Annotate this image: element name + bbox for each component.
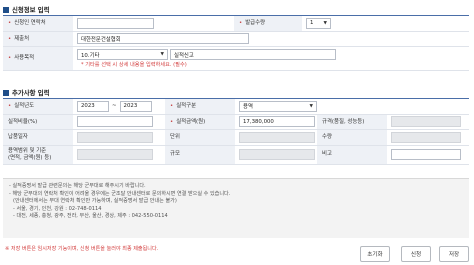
section-title-application: 신청정보 입력 <box>3 5 50 14</box>
unit-input[interactable] <box>239 131 315 143</box>
purpose-hint: * 기타를 선택 시 상세 내용을 입력하세요. (필수) <box>81 62 187 68</box>
purpose-select[interactable]: 10.기타 ▼ <box>77 49 168 60</box>
year-separator: ~ <box>112 103 117 110</box>
row-contact: • 신청인 연락처 • 발급수량 1 ▼ <box>3 16 469 32</box>
row-purpose: • 사용목적 10.기타 ▼ 실적신고 * 기타를 선택 시 상세 내용을 입력하세… <box>3 47 469 71</box>
label-scale: 규모 <box>165 145 235 164</box>
scope-input[interactable] <box>77 149 153 160</box>
label-year: • 실적년도 <box>3 99 73 114</box>
row-submit-to: • 제출처 대한전문건설협회 <box>3 31 469 47</box>
spec-input[interactable] <box>391 116 461 128</box>
purpose-detail-input[interactable]: 실적신고 <box>170 49 336 60</box>
amount-input[interactable]: 17,380,000 <box>239 116 315 128</box>
label-quantity: 수량 <box>317 130 387 145</box>
notice-line: - 대전, 세종, 충청, 광주, 전라, 부산, 울산, 경상, 제주 : 0… <box>13 213 168 219</box>
row-scope: 용역범위 및 기준 (면적, 금액(원) 등) 규모 비고 <box>3 145 469 165</box>
chevron-down-icon: ▼ <box>309 103 313 109</box>
notice-box: - 실적증명서 발급 관련문의는 해당 군부대로 해주시기 바랍니다. - 해당… <box>3 178 469 238</box>
label-unit: 단위 <box>165 130 235 145</box>
scale-input[interactable] <box>239 149 315 160</box>
notice-line: - 실적증명서 발급 관련문의는 해당 군부대로 해주시기 바랍니다. <box>9 183 146 189</box>
section-title-additional: 추가사항 입력 <box>3 88 50 97</box>
row-delivery: 납품일자 단위 수량 <box>3 130 469 146</box>
label-applicant-contact: • 신청인 연락처 <box>3 16 73 31</box>
label-purpose: • 사용목적 <box>3 47 73 70</box>
label-amount: • 실적금액(원) <box>165 114 235 129</box>
remark-input[interactable] <box>391 149 461 160</box>
section-marker-icon <box>3 6 9 13</box>
label-rate: 실적비율(%) <box>3 114 73 129</box>
reset-button[interactable]: 초기화 <box>360 246 390 262</box>
row-rate: 실적비율(%) • 실적금액(원) 17,380,000 규격(품질, 성능등) <box>3 114 469 130</box>
notice-line: - 서울, 경기, 인천, 강원 : 02-748-0114 <box>13 205 102 212</box>
label-category: • 실적구분 <box>165 99 235 114</box>
year-from-input[interactable]: 2023 <box>77 100 109 112</box>
label-remark: 비고 <box>317 145 387 164</box>
notice-line: (안내센터에서는 부대 연락처 확인만 가능하며, 실적증명서 발급 안내는 불… <box>13 198 177 204</box>
submit-to-input[interactable]: 대한전문건설협회 <box>77 33 249 45</box>
label-copies: • 발급수량 <box>234 16 302 31</box>
label-submit-to: • 제출처 <box>3 31 73 46</box>
applicant-contact-input[interactable] <box>77 17 154 29</box>
chevron-down-icon: ▼ <box>160 52 164 57</box>
additional-form: • 실적년도 2023 ~ 2023 • 실적구분 용역 ▼ 실적비율(%) • 실적금… <box>3 98 469 165</box>
save-button[interactable]: 저장 <box>439 246 469 262</box>
row-year: • 실적년도 2023 ~ 2023 • 실적구분 용역 ▼ <box>3 99 469 115</box>
category-select[interactable]: 용역 ▼ <box>239 100 317 112</box>
notice-line: - 해당 군부대의 연락처 확인이 어려울 경우에는 군조달 안내센터로 문의하… <box>9 190 231 197</box>
delivery-date-input[interactable] <box>77 131 153 143</box>
application-form: • 신청인 연락처 • 발급수량 1 ▼ • 제출처 대한전문건설협회 • 사용목적 10… <box>3 15 469 71</box>
label-delivery-date: 납품일자 <box>3 130 73 145</box>
rate-input[interactable] <box>77 116 153 128</box>
apply-button[interactable]: 신청 <box>401 246 431 262</box>
year-to-input[interactable]: 2023 <box>119 100 152 112</box>
quantity-input[interactable] <box>391 131 461 143</box>
copies-select[interactable]: 1 ▼ <box>306 17 331 29</box>
save-warning: ※ 저장 버튼은 임시저장 기능이며, 신청 버튼을 눌러야 최종 제출됩니다. <box>5 246 159 252</box>
label-scope: 용역범위 및 기준 (면적, 금액(원) 등) <box>3 145 73 164</box>
label-spec: 규격(품질, 성능등) <box>317 114 387 129</box>
section-marker-icon <box>3 89 9 96</box>
chevron-down-icon: ▼ <box>323 20 327 26</box>
